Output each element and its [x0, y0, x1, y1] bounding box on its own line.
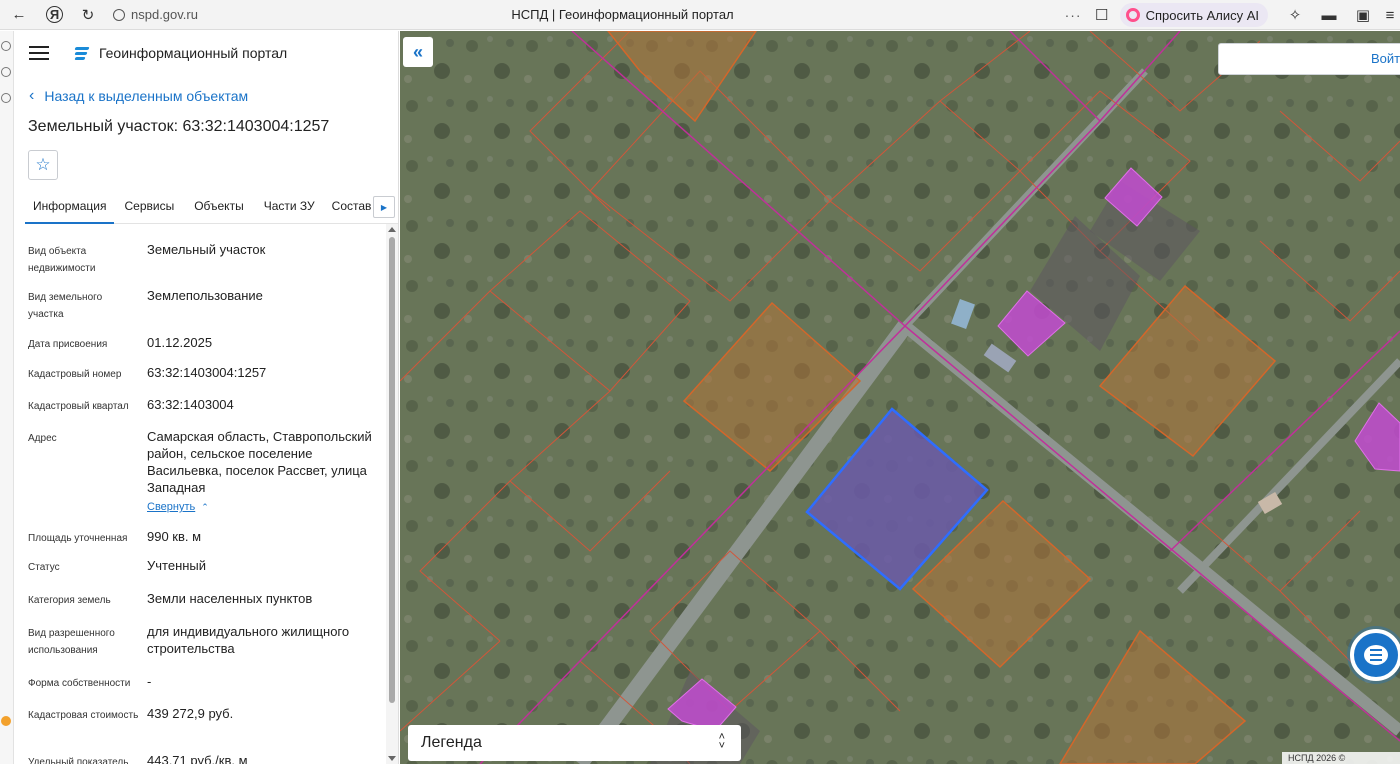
attribute-key: Кадастровый квартал — [28, 401, 129, 412]
map-view[interactable]: « Войти Легенда ˄˅ НСПД 2026 © — [400, 31, 1400, 764]
attribute-key: Дата присвоения — [28, 339, 108, 350]
browser-side-strip — [0, 31, 14, 764]
legend-label: Легенда — [421, 734, 482, 751]
attribute-value: 439 272,9 руб. — [147, 706, 234, 721]
attribute-value: Земли населенных пунктов — [147, 591, 313, 606]
chat-bubble-icon — [1364, 645, 1388, 665]
attribute-value: 01.12.2025 — [147, 335, 213, 350]
back-link[interactable]: ‹ Назад к выделенным объектам — [29, 87, 248, 105]
chevron-left-icon: ‹ — [29, 87, 35, 104]
copyright: НСПД 2026 © — [1282, 752, 1400, 764]
attribute-key: Вид земельного участка — [28, 292, 103, 320]
tab-services[interactable]: Сервисы — [116, 194, 182, 224]
puzzle-icon[interactable]: ▣ — [1346, 2, 1380, 28]
extension-icon[interactable]: ✧ — [1278, 2, 1312, 28]
logo-icon — [74, 45, 91, 61]
panel-scrollbar[interactable] — [386, 224, 398, 764]
legend-dropdown[interactable]: Легенда ˄ ˅ — [408, 725, 741, 761]
login-button[interactable]: Войти — [1218, 43, 1400, 75]
tab-composition[interactable]: Состав — [324, 194, 380, 224]
arrow-left-icon[interactable]: ← — [6, 2, 32, 28]
tab-information[interactable]: Информация — [25, 194, 115, 224]
star-icon[interactable]: ☆ — [28, 150, 58, 180]
tab-parts[interactable]: Части ЗУ — [256, 194, 323, 224]
app-header: Геоинформационный портал — [15, 31, 398, 75]
attribute-value: 63:32:1403004 — [147, 397, 234, 412]
hamburger-icon[interactable] — [29, 46, 49, 60]
shield-icon — [113, 8, 125, 21]
scrollbar-thumb[interactable] — [389, 237, 395, 703]
attribute-key: Удельный показатель — [28, 757, 129, 764]
attribute-key: Категория земель — [28, 595, 111, 606]
browser-toolbar: ← Я ↻ nspd.gov.ru НСПД | Геоинформационн… — [0, 0, 1400, 30]
tab-scroll-right-icon[interactable]: ▶ — [373, 196, 395, 218]
chevron-up-icon: ⌃ — [201, 502, 209, 512]
alice-icon — [1125, 8, 1140, 22]
menu-icon[interactable]: ≡ — [1380, 2, 1400, 28]
url-text: nspd.gov.ru — [131, 7, 198, 22]
info-panel: Геоинформационный портал ‹ Назад к выдел… — [15, 31, 399, 764]
attribute-key: Адрес — [28, 433, 57, 444]
attribute-value: 990 кв. м — [147, 529, 202, 544]
object-title: Земельный участок: 63:32:1403004:1257 — [28, 118, 330, 135]
attribute-key: Вид объекта недвижимости — [28, 246, 96, 274]
tab-title: НСПД | Геоинформационный портал — [511, 7, 734, 22]
scroll-down-icon[interactable] — [388, 756, 396, 761]
tab-objects[interactable]: Объекты — [186, 194, 252, 224]
attribute-value: Самарская область, Ставропольский район,… — [147, 429, 372, 495]
address-bar[interactable]: nspd.gov.ru — [107, 3, 198, 27]
side-icon[interactable] — [1, 41, 11, 51]
bookmark-icon[interactable]: ☐ — [1092, 2, 1112, 28]
attribute-key: Статус — [28, 562, 60, 573]
collapse-panel-button[interactable]: « — [403, 37, 433, 67]
attribute-value: для индивидуального жилищного строительс… — [147, 624, 350, 656]
satellite-map[interactable] — [400, 31, 1400, 764]
tab-bar: Информация Сервисы Объекты Части ЗУ Сост… — [25, 194, 398, 224]
attribute-value: Землепользование — [147, 288, 263, 303]
attribute-key: Вид разрешенного использования — [28, 628, 115, 656]
login-label: Войти — [1371, 51, 1400, 66]
attribute-key: Площадь уточненная — [28, 533, 128, 544]
side-icon[interactable] — [1, 93, 11, 103]
alice-button[interactable]: Спросить Алису AI — [1119, 3, 1268, 27]
collapse-link[interactable]: Свернуть ⌃ — [147, 501, 209, 513]
attribute-key: Форма собственности — [28, 678, 131, 689]
app-title: Геоинформационный портал — [99, 45, 288, 61]
map-background — [400, 31, 1400, 764]
download-icon[interactable]: ▬ — [1312, 2, 1346, 28]
yandex-icon[interactable]: Я — [46, 6, 63, 23]
attribute-value: - — [147, 674, 152, 689]
alice-label: Спросить Алису AI — [1145, 7, 1259, 23]
chat-icon[interactable] — [1350, 629, 1400, 681]
attribute-value: 63:32:1403004:1257 — [147, 365, 267, 380]
more-icon[interactable]: ··· — [1065, 7, 1082, 23]
side-icon[interactable] — [1, 716, 11, 726]
attribute-value: Учтенный — [147, 558, 207, 573]
scroll-up-icon[interactable] — [388, 227, 396, 232]
attribute-key: Кадастровая стоимость — [28, 710, 139, 721]
side-icon[interactable] — [1, 67, 11, 77]
attribute-value: 443,71 руб./кв. м — [147, 753, 248, 764]
reload-icon[interactable]: ↻ — [75, 2, 101, 28]
attribute-value: Земельный участок — [147, 242, 266, 257]
sort-icon: ˄ ˅ — [718, 731, 725, 752]
collapse-label: Свернуть — [147, 501, 196, 513]
attribute-key: Кадастровый номер — [28, 369, 122, 380]
back-link-label: Назад к выделенным объектам — [44, 88, 249, 104]
